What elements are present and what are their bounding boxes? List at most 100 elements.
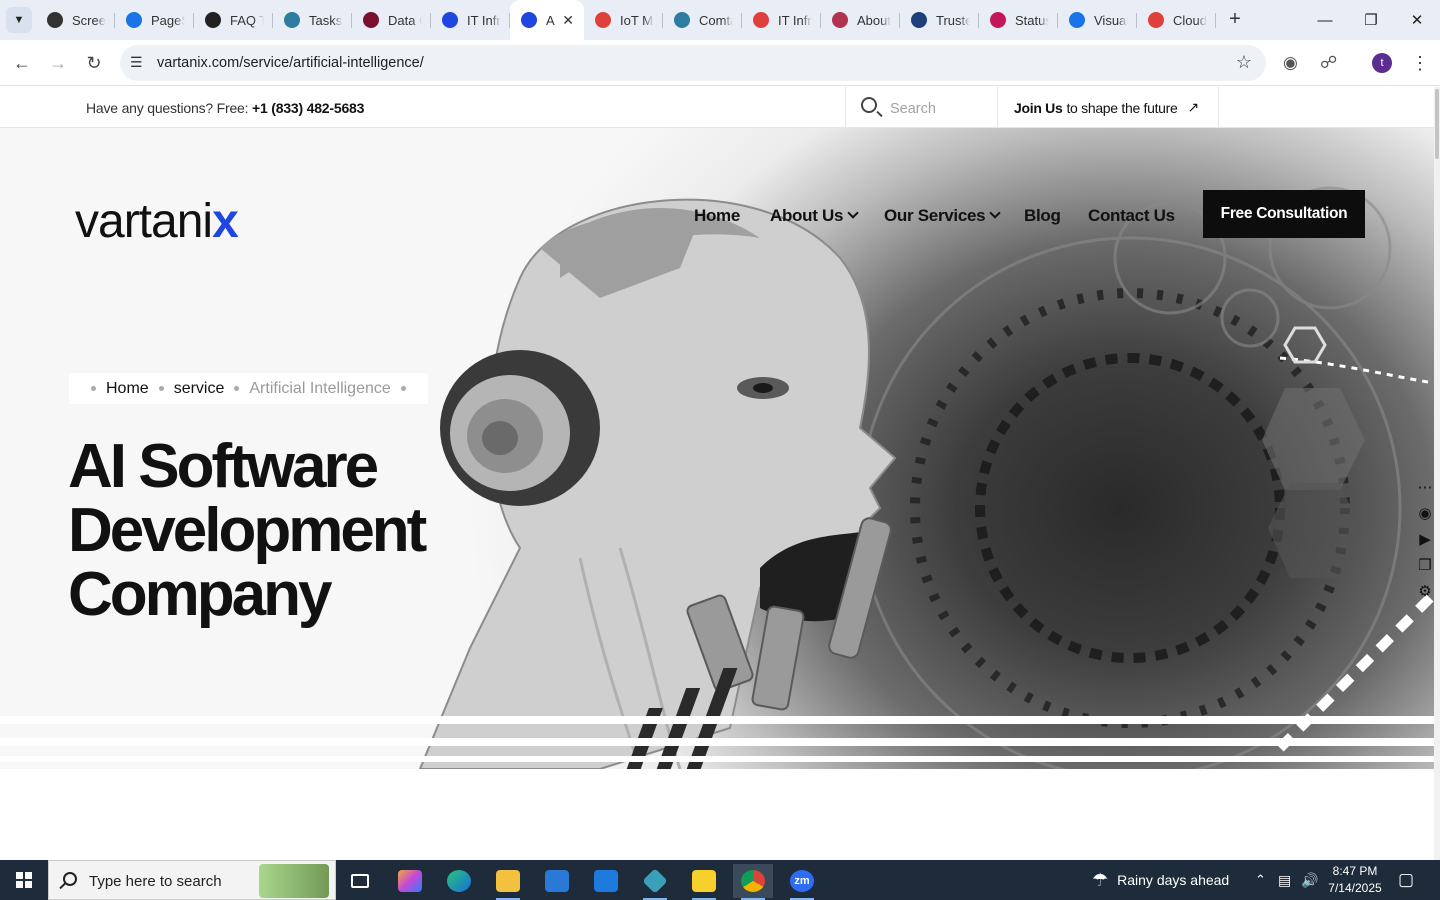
- nav-contact-us[interactable]: Contact Us: [1088, 206, 1175, 226]
- nav-services-label: Our Services: [884, 206, 986, 225]
- browser-tab[interactable]: Screen: [36, 0, 115, 40]
- breadcrumb-separator: [234, 386, 240, 391]
- browser-tab[interactable]: IT Infr: [431, 0, 510, 40]
- address-bar[interactable]: ☰ vartanix.com/service/artificial-intell…: [120, 45, 1266, 81]
- nav-blog[interactable]: Blog: [1024, 206, 1061, 226]
- browser-tab[interactable]: Truste: [900, 0, 979, 40]
- zoom-button[interactable]: zm: [782, 864, 822, 900]
- folder-icon: [496, 870, 520, 892]
- taskbar-search-input[interactable]: Type here to search: [89, 873, 222, 890]
- new-tab-button[interactable]: +: [1224, 8, 1246, 30]
- breadcrumb-current: Artificial Intelligence: [249, 379, 391, 397]
- start-button[interactable]: [0, 860, 48, 900]
- site-info-icon[interactable]: ☰: [130, 54, 143, 71]
- tab-search-button[interactable]: ▼: [6, 7, 32, 33]
- tab-title: Screen: [72, 12, 106, 28]
- menu-kebab-icon[interactable]: ⋮: [1411, 53, 1429, 74]
- title-line-1: AI Software: [68, 432, 379, 501]
- maximize-button[interactable]: ❐: [1348, 0, 1394, 40]
- nav-blog-label: Blog: [1024, 206, 1061, 225]
- browser-tab[interactable]: FAQ T: [194, 0, 273, 40]
- edge-button[interactable]: [439, 864, 479, 898]
- browser-tab[interactable]: Cloud: [1137, 0, 1216, 40]
- volume-icon[interactable]: 🔊: [1301, 860, 1318, 900]
- tag-icon: [595, 12, 611, 28]
- task-view-button[interactable]: [340, 864, 380, 898]
- windows-logo-icon: [16, 872, 32, 888]
- browser-tab[interactable]: Data C: [352, 0, 431, 40]
- url-text[interactable]: vartanix.com/service/artificial-intellig…: [157, 55, 424, 71]
- extensions-icon[interactable]: ☍: [1320, 53, 1337, 73]
- minimize-button[interactable]: —: [1302, 0, 1348, 40]
- video-icon[interactable]: ▶: [1416, 531, 1434, 549]
- back-button[interactable]: ←: [8, 49, 36, 77]
- chrome-button[interactable]: [733, 864, 773, 900]
- tab-title: Comta: [699, 12, 733, 28]
- settings-gear-icon[interactable]: ⚙: [1416, 583, 1434, 601]
- browser-tab[interactable]: Tasks: [273, 0, 352, 40]
- camera-icon[interactable]: ◉: [1416, 505, 1434, 523]
- screen-capture-toolbar: ⋯ ◉ ▶ ❐ ⚙: [1414, 475, 1434, 605]
- join-us-text: to shape the future: [1066, 99, 1178, 116]
- browser-tab[interactable]: IT Infr: [742, 0, 821, 40]
- nav-about-us[interactable]: About Us: [770, 206, 859, 226]
- phone-number[interactable]: +1 (833) 482-5683: [252, 100, 364, 116]
- close-window-button[interactable]: ✕: [1394, 0, 1440, 40]
- chevron-down-icon: [847, 207, 859, 219]
- browser-tab[interactable]: Status: [979, 0, 1058, 40]
- translate-icon[interactable]: ◉: [1283, 53, 1298, 73]
- tray-overflow-icon[interactable]: ⌃: [1255, 860, 1266, 900]
- clock-date: 7/14/2025: [1328, 881, 1382, 895]
- browser-tab[interactable]: IoT M: [584, 0, 663, 40]
- breadcrumb-home[interactable]: Home: [106, 380, 149, 398]
- browser-tab[interactable]: PageS: [115, 0, 194, 40]
- scrollbar-thumb[interactable]: [1435, 89, 1439, 159]
- join-us-link[interactable]: Join Us to shape the future ↗: [998, 87, 1219, 128]
- faq-icon: [205, 12, 221, 28]
- tab-title: Visual: [1094, 12, 1128, 28]
- taskbar-search[interactable]: Type here to search: [48, 860, 336, 900]
- browser-tab[interactable]: Comta: [663, 0, 742, 40]
- tab-title: PageS: [151, 12, 185, 28]
- bookmark-star-icon[interactable]: ☆: [1236, 52, 1252, 73]
- file-explorer-button[interactable]: [488, 864, 528, 900]
- title-line-2: Development: [68, 496, 427, 565]
- tab-active[interactable]: A ✕: [510, 0, 584, 40]
- nav-home[interactable]: Home: [694, 206, 740, 226]
- network-icon[interactable]: ▤: [1278, 860, 1291, 900]
- profile-avatar[interactable]: t: [1372, 53, 1392, 73]
- nav-our-services[interactable]: Our Services: [884, 206, 1001, 226]
- mail-button[interactable]: [586, 864, 626, 898]
- title-line-3: Company: [68, 560, 332, 629]
- breadcrumb-separator: [158, 386, 164, 391]
- weather-widget[interactable]: ☂ Rainy days ahead: [1092, 860, 1229, 900]
- sticky-notes-button[interactable]: [684, 864, 724, 900]
- search-icon: [861, 97, 877, 113]
- site-search[interactable]: Search: [845, 87, 998, 128]
- pin-icon[interactable]: ⋯: [1416, 479, 1434, 497]
- search-input[interactable]: Search: [890, 101, 936, 117]
- browser-tab[interactable]: About: [821, 0, 900, 40]
- breadcrumb-service[interactable]: service: [174, 380, 225, 398]
- slash-icon: [1148, 12, 1164, 28]
- forward-button[interactable]: →: [44, 49, 72, 77]
- vartanix-logo[interactable]: vartanix: [75, 194, 239, 249]
- system-clock[interactable]: 8:47 PM 7/14/2025: [1320, 863, 1390, 897]
- tab-title: Status: [1015, 12, 1049, 28]
- window-icon[interactable]: ❐: [1416, 557, 1434, 575]
- copilot-button[interactable]: [390, 864, 430, 898]
- reload-button[interactable]: ↻: [80, 49, 108, 77]
- pulse-icon: [1069, 12, 1085, 28]
- store-button[interactable]: [537, 864, 577, 898]
- free-consultation-button[interactable]: Free Consultation: [1203, 190, 1365, 238]
- contact-topbar: Have any questions? Free: +1 (833) 482-5…: [0, 87, 1434, 128]
- task-view-icon: [351, 874, 369, 888]
- zoom-icon: zm: [790, 870, 814, 892]
- browser-tab[interactable]: Visual: [1058, 0, 1137, 40]
- notifications-icon[interactable]: ▢: [1398, 860, 1414, 900]
- arrow-up-right-icon: ↗: [1187, 99, 1200, 115]
- app-button[interactable]: [635, 864, 675, 900]
- page-scrollbar[interactable]: [1434, 87, 1440, 860]
- close-tab-icon[interactable]: ✕: [562, 12, 574, 29]
- store-icon: [545, 870, 569, 892]
